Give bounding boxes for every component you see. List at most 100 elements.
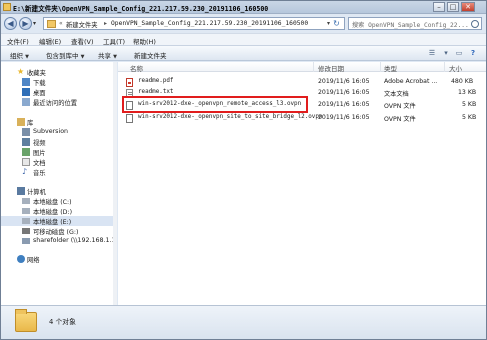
nav-sharefolder[interactable]: sharefolder (\\192.168.1.1 (1, 236, 117, 246)
search-placeholder: 搜索 OpenVPN_Sample_Config_22... (352, 22, 469, 29)
share-button[interactable]: 共享 ▼ (98, 50, 117, 60)
nav-label: 图片 (33, 150, 46, 157)
close-button[interactable]: ✕ (461, 2, 475, 12)
file-name: readme.txt (138, 89, 174, 95)
video-icon (22, 138, 30, 146)
desktop-icon (22, 88, 30, 96)
nav-videos[interactable]: 视频 (1, 137, 117, 147)
nav-documents[interactable]: 文档 (1, 157, 117, 167)
breadcrumb-separator: « (59, 20, 63, 27)
back-button[interactable]: ◀ (4, 17, 17, 30)
nav-disk-e[interactable]: 本地磁盘 (E:) (1, 216, 117, 226)
nav-removable[interactable]: 可移动磁盘 (G:) (1, 226, 117, 236)
nav-computer[interactable]: 计算机 (1, 186, 117, 196)
file-date: 2019/11/6 16:05 (318, 78, 370, 85)
maximize-button[interactable]: □ (447, 2, 459, 12)
highlight-box (122, 96, 308, 113)
command-bar: 组织 ▼ 包含到库中 ▼ 共享 ▼ 新建文件夹 ☰ ▾ ▭ ? (1, 45, 486, 61)
help-icon[interactable]: ? (467, 49, 479, 59)
nav-subversion[interactable]: Subversion (1, 127, 117, 137)
nav-disk-d[interactable]: 本地磁盘 (D:) (1, 206, 117, 216)
menu-bar: 文件(F) 编辑(E) 查看(V) 工具(T) 帮助(H) (1, 33, 486, 46)
folder-icon (15, 309, 37, 332)
column-date[interactable]: 修改日期 (318, 63, 344, 73)
column-name[interactable]: 名称 (130, 63, 143, 73)
title-bar[interactable]: E:\新建文件夹\OpenVPN_Sample_Config_221.217.5… (1, 1, 486, 14)
drive-icon (22, 208, 30, 214)
file-row[interactable]: readme.pdf 2019/11/6 16:05 Adobe Acrobat… (118, 76, 486, 87)
nav-music[interactable]: ♪ 音乐 (1, 167, 117, 178)
column-divider[interactable] (380, 62, 381, 72)
search-input[interactable]: 搜索 OpenVPN_Sample_Config_22... (348, 17, 482, 30)
nav-label: 计算机 (27, 189, 46, 196)
column-size[interactable]: 大小 (449, 63, 462, 73)
address-bar[interactable]: « 新建文件夹 ▸ OpenVPN_Sample_Config_221.217.… (43, 17, 345, 30)
organize-button[interactable]: 组织 ▼ (10, 50, 29, 60)
column-type[interactable]: 类型 (384, 63, 397, 73)
file-name: readme.pdf (138, 78, 174, 84)
include-in-library-button[interactable]: 包含到库中 ▼ (46, 50, 84, 60)
ovpn-file-icon (126, 114, 133, 123)
network-icon (17, 255, 25, 263)
library-icon (17, 118, 25, 126)
breadcrumb-separator: ▸ (104, 20, 108, 27)
status-bar: 4 个对象 (1, 305, 486, 339)
search-icon[interactable] (471, 20, 479, 28)
nav-label: 本地磁盘 (D:) (33, 209, 73, 216)
breadcrumb-item[interactable]: 新建文件夹 (66, 20, 97, 29)
nav-label: 桌面 (33, 90, 46, 97)
music-icon: ♪ (22, 167, 28, 176)
file-type: Adobe Acrobat ... (384, 78, 438, 85)
folder-icon (3, 3, 11, 11)
nav-label: 下载 (33, 80, 46, 87)
network-drive-icon (22, 238, 30, 244)
nav-downloads[interactable]: 下载 (1, 77, 117, 87)
chevron-down-icon: ▼ (25, 54, 29, 60)
organize-label: 组织 (10, 52, 23, 60)
nav-label: 网络 (27, 257, 40, 264)
column-divider[interactable] (313, 62, 314, 72)
breadcrumb-item[interactable]: OpenVPN_Sample_Config_221.217.59.230_201… (111, 20, 308, 27)
chevron-down-icon[interactable]: ▾ (440, 49, 452, 59)
drive-icon (22, 198, 30, 204)
computer-icon (17, 187, 25, 195)
nav-label: 文档 (33, 160, 46, 167)
file-type: OVPN 文件 (384, 116, 416, 123)
column-divider[interactable] (444, 62, 445, 72)
share-label: 共享 (98, 52, 111, 60)
chevron-down-icon[interactable]: ▾ (327, 20, 330, 27)
file-list: 名称 修改日期 类型 大小 readme.pdf 2019/11/6 16:05… (118, 62, 486, 305)
file-row[interactable]: win-srv2012-dxe-_openvpn_site_to_site_br… (118, 112, 486, 123)
preview-pane-icon[interactable]: ▭ (453, 49, 465, 59)
minimize-button[interactable]: – (433, 2, 445, 12)
file-date: 2019/11/6 16:05 (318, 101, 370, 108)
file-date: 2019/11/6 16:05 (318, 114, 370, 121)
chevron-down-icon: ▼ (80, 54, 85, 60)
recent-pages-dropdown[interactable]: ▾ (33, 20, 36, 27)
new-folder-button[interactable]: 新建文件夹 (134, 50, 167, 60)
address-row: ◀ ▶ ▾ « 新建文件夹 ▸ OpenVPN_Sample_Config_22… (1, 15, 486, 33)
nav-pictures[interactable]: 图片 (1, 147, 117, 157)
navigation-scrollbar[interactable] (113, 62, 117, 305)
pdf-file-icon (126, 78, 133, 87)
file-type: OVPN 文件 (384, 103, 416, 110)
nav-recent[interactable]: 最近访问的位置 (1, 97, 117, 107)
refresh-icon[interactable]: ↻ (331, 19, 342, 29)
library-folder-icon (22, 128, 30, 136)
file-size: 5 KB (462, 101, 477, 108)
nav-label: 音乐 (33, 170, 46, 177)
star-icon: ★ (17, 67, 25, 76)
forward-button[interactable]: ▶ (19, 17, 32, 30)
view-options-icon[interactable]: ☰ (426, 49, 438, 59)
file-size: 5 KB (462, 114, 477, 121)
nav-label: 本地磁盘 (E:) (33, 219, 72, 226)
nav-desktop[interactable]: 桌面 (1, 87, 117, 97)
picture-icon (22, 148, 30, 156)
nav-disk-c[interactable]: 本地磁盘 (C:) (1, 196, 117, 206)
column-header-row: 名称 修改日期 类型 大小 (118, 62, 486, 73)
nav-library[interactable]: 库 (1, 117, 117, 127)
nav-favorites[interactable]: ★ 收藏夹 (1, 67, 117, 78)
download-icon (22, 78, 30, 86)
navigation-pane: ★ 收藏夹 下载 桌面 最近访问的位置 库 Subversion 视频 图片 文… (1, 62, 117, 305)
nav-network[interactable]: 网络 (1, 254, 117, 264)
